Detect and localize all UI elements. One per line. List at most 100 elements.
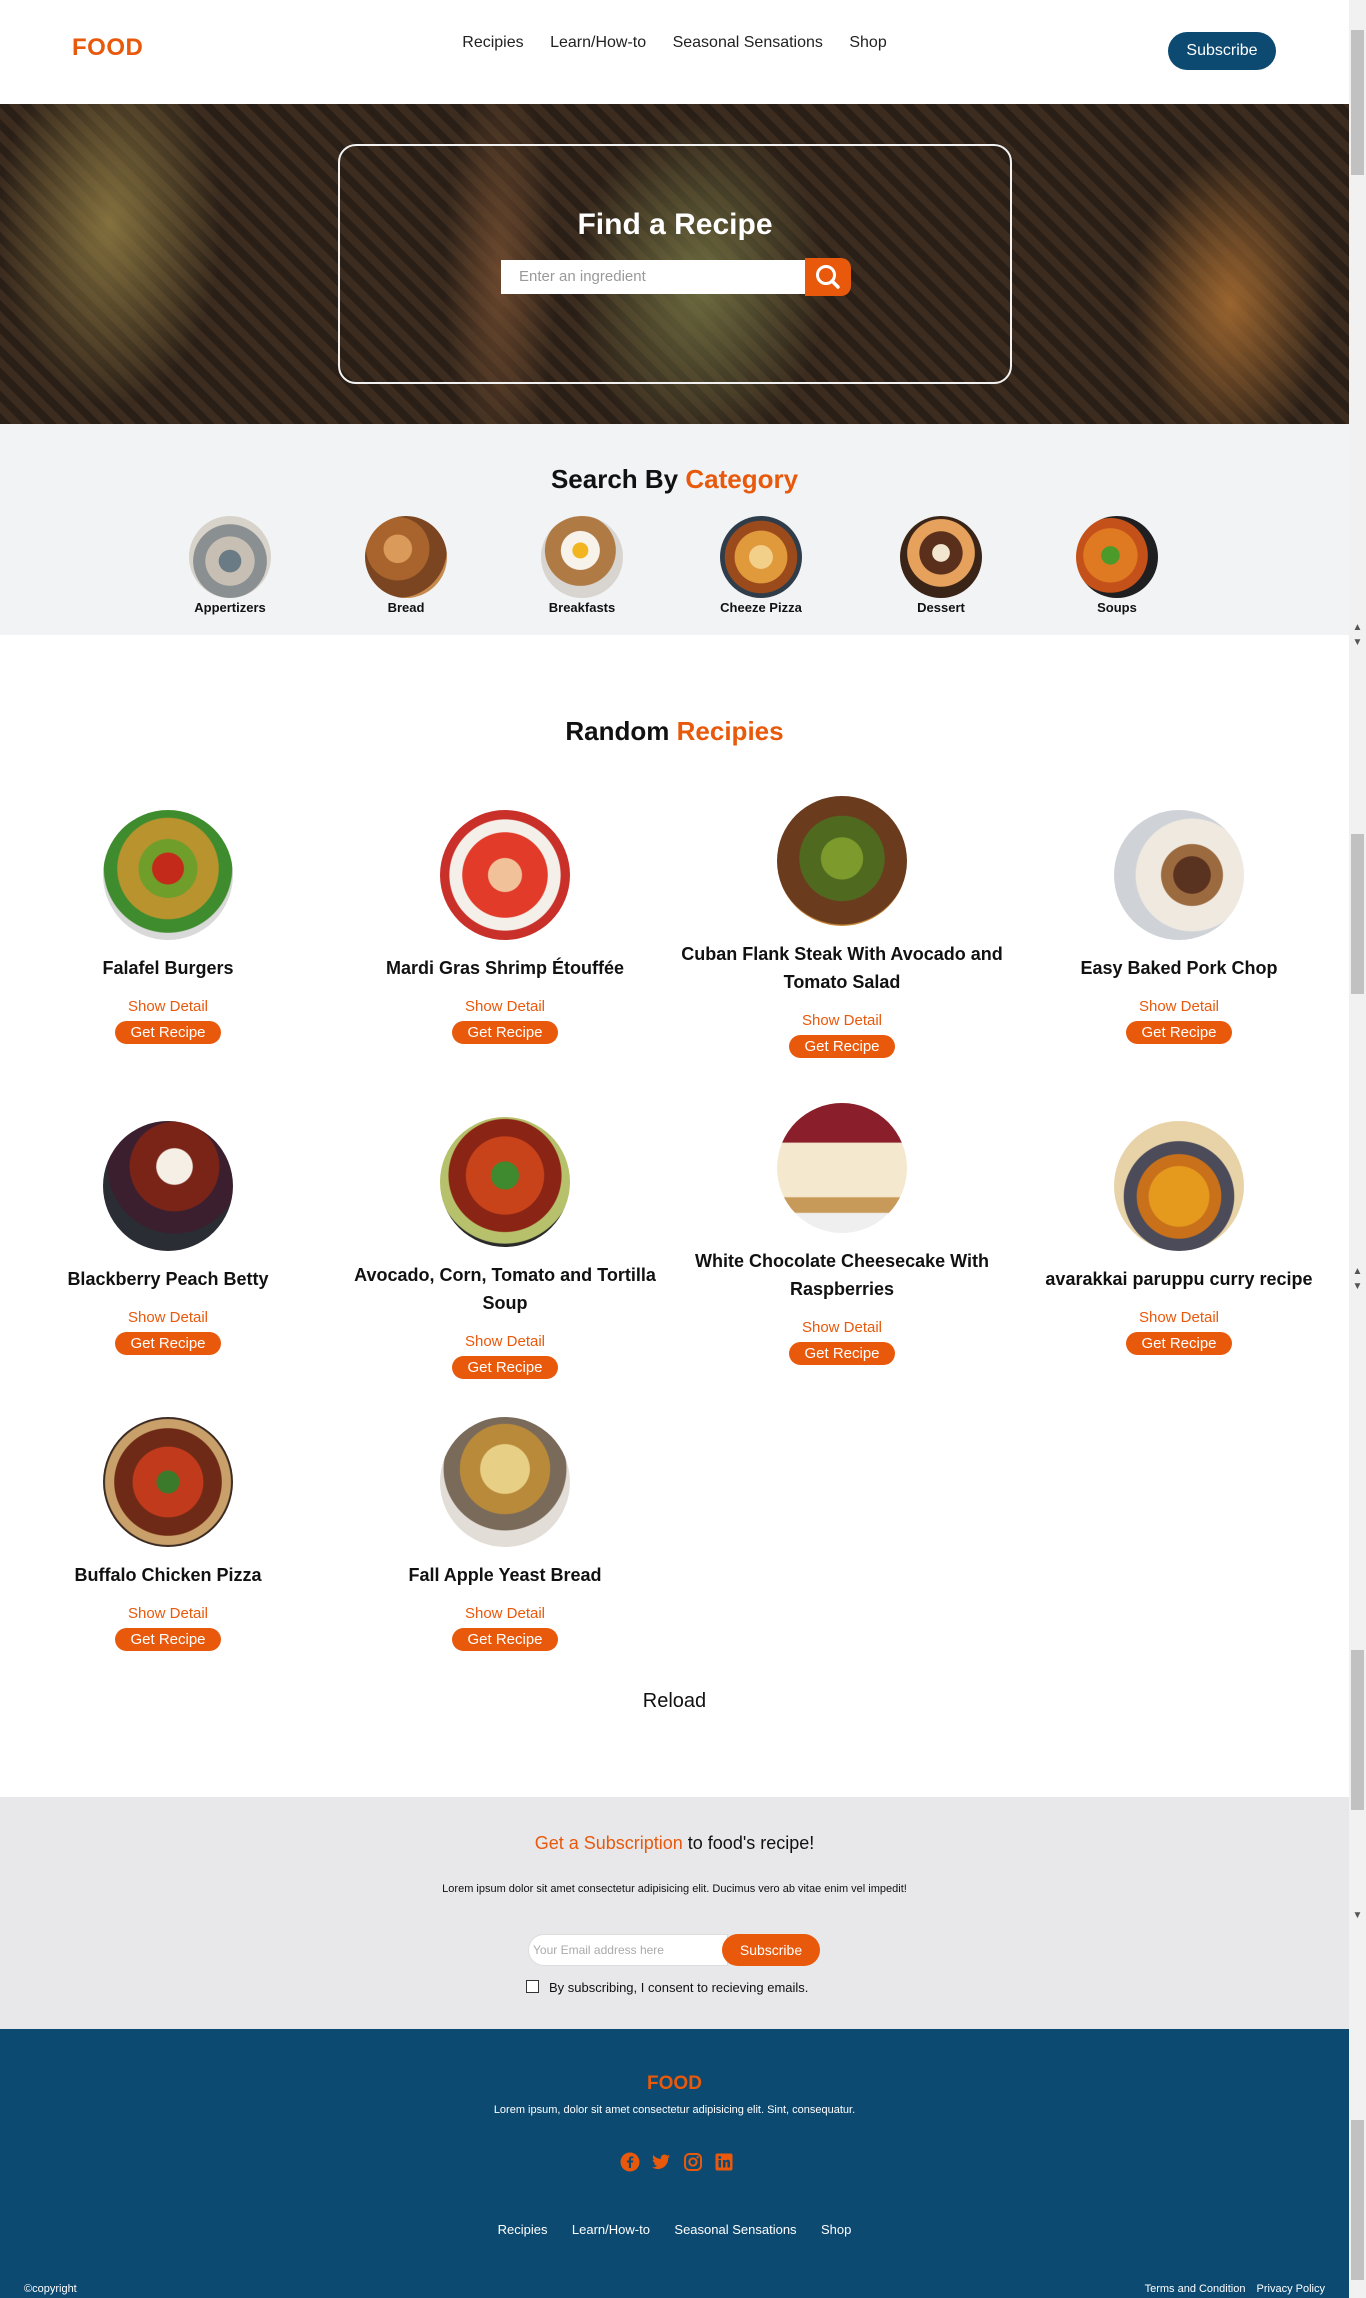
scrollbar-thumb[interactable] bbox=[1351, 1650, 1364, 1810]
consent-row: By subscribing, I consent to recieving e… bbox=[526, 1980, 808, 1995]
category-item-cheeze-pizza[interactable]: Cheeze Pizza bbox=[701, 516, 821, 615]
email-field[interactable]: Your Email address here bbox=[528, 1934, 728, 1966]
get-recipe-button[interactable]: Get Recipe bbox=[1126, 1021, 1232, 1044]
linkedin-icon[interactable] bbox=[714, 2152, 734, 2172]
site-footer: FOOD Lorem ipsum, dolor sit amet consect… bbox=[0, 2029, 1349, 2298]
ingredient-search-input[interactable]: Enter an ingredient bbox=[501, 260, 813, 294]
facebook-icon[interactable] bbox=[620, 2152, 640, 2172]
nav-item-seasonal-sensations[interactable]: Seasonal Sensations bbox=[673, 34, 823, 52]
nav-item-shop[interactable]: Shop bbox=[849, 34, 886, 52]
recipes-heading: Random Recipies bbox=[0, 716, 1349, 747]
nav-item-learn-how-to[interactable]: Learn/How-to bbox=[550, 34, 646, 52]
scrollbar-thumb[interactable] bbox=[1351, 834, 1364, 994]
footer-nav-learn-how-to[interactable]: Learn/How-to bbox=[572, 2222, 650, 2237]
get-recipe-button[interactable]: Get Recipe bbox=[115, 1021, 221, 1044]
recipe-image[interactable] bbox=[103, 810, 233, 940]
show-detail-link[interactable]: Show Detail bbox=[1014, 998, 1344, 1015]
get-recipe-button[interactable]: Get Recipe bbox=[789, 1035, 895, 1058]
subscription-heading-highlight: Get a Subscription bbox=[534, 1833, 683, 1853]
search-icon bbox=[816, 265, 840, 289]
reload-button[interactable]: Reload bbox=[0, 1690, 1349, 1713]
show-detail-link[interactable]: Show Detail bbox=[3, 1309, 333, 1326]
hero-banner: Find a Recipe Enter an ingredient bbox=[0, 104, 1349, 424]
recipe-image[interactable] bbox=[777, 1103, 907, 1233]
category-label: Cheeze Pizza bbox=[720, 600, 802, 615]
recipe-image[interactable] bbox=[1114, 1121, 1244, 1251]
get-recipe-button[interactable]: Get Recipe bbox=[115, 1332, 221, 1355]
recipe-name: Falafel Burgers bbox=[102, 958, 234, 978]
recipe-image[interactable] bbox=[440, 1117, 570, 1247]
show-detail-link[interactable]: Show Detail bbox=[340, 1605, 670, 1622]
recipe-name: Mardi Gras Shrimp Étouffée bbox=[385, 958, 625, 978]
footer-nav-shop[interactable]: Shop bbox=[821, 2222, 851, 2237]
recipe-search-box: Find a Recipe Enter an ingredient bbox=[338, 144, 1012, 384]
recipes-heading-part1: Random bbox=[565, 716, 670, 746]
show-detail-link[interactable]: Show Detail bbox=[3, 998, 333, 1015]
get-recipe-button[interactable]: Get Recipe bbox=[789, 1342, 895, 1365]
get-recipe-button[interactable]: Get Recipe bbox=[115, 1628, 221, 1651]
category-label: Appertizers bbox=[194, 600, 266, 615]
get-recipe-button[interactable]: Get Recipe bbox=[1126, 1332, 1232, 1355]
category-heading: Search By Category bbox=[0, 464, 1349, 495]
show-detail-link[interactable]: Show Detail bbox=[340, 998, 670, 1015]
recipe-image[interactable] bbox=[103, 1121, 233, 1251]
show-detail-link[interactable]: Show Detail bbox=[677, 1012, 1007, 1029]
recipe-card: Easy Baked Pork Chop Show Detail Get Rec… bbox=[1014, 810, 1344, 1044]
scroll-down-arrow[interactable]: ▼ bbox=[1349, 1281, 1366, 1292]
category-heading-part1: Search By bbox=[550, 464, 679, 494]
consent-label: By subscribing, I consent to recieving e… bbox=[549, 1980, 809, 1995]
category-item-bread[interactable]: Bread bbox=[346, 516, 466, 615]
footer-text: Lorem ipsum, dolor sit amet consectetur … bbox=[493, 2104, 856, 2116]
category-item-appertizers[interactable]: Appertizers bbox=[170, 516, 290, 615]
recipe-card: Buffalo Chicken Pizza Show Detail Get Re… bbox=[3, 1417, 333, 1651]
subscription-heading: Get a Subscription to food's recipe! bbox=[0, 1833, 1349, 1854]
scroll-down-arrow[interactable]: ▼ bbox=[1349, 1910, 1366, 1921]
instagram-icon[interactable] bbox=[683, 2152, 703, 2172]
site-header: FOOD Recipies Learn/How-to Seasonal Sens… bbox=[0, 0, 1349, 104]
category-item-soups[interactable]: Soups bbox=[1057, 516, 1177, 615]
header-subscribe-button[interactable]: Subscribe bbox=[1168, 32, 1276, 70]
show-detail-link[interactable]: Show Detail bbox=[677, 1319, 1007, 1336]
show-detail-link[interactable]: Show Detail bbox=[3, 1605, 333, 1622]
recipe-name: Easy Baked Pork Chop bbox=[1080, 958, 1278, 978]
subscribe-button[interactable]: Subscribe bbox=[722, 1934, 820, 1966]
footer-nav-recipies[interactable]: Recipies bbox=[498, 2222, 548, 2237]
scrollbar-thumb[interactable] bbox=[1351, 2120, 1364, 2280]
category-image bbox=[365, 516, 447, 598]
consent-checkbox[interactable] bbox=[526, 1980, 539, 1993]
recipe-image[interactable] bbox=[440, 1417, 570, 1547]
scroll-up-arrow[interactable]: ▲ bbox=[1349, 1266, 1366, 1277]
search-button[interactable] bbox=[805, 258, 851, 296]
subscription-section: Get a Subscription to food's recipe! Lor… bbox=[0, 1797, 1349, 2029]
recipe-name: Avocado, Corn, Tomato and Tortilla Soup bbox=[354, 1265, 656, 1313]
get-recipe-button[interactable]: Get Recipe bbox=[452, 1628, 558, 1651]
footer-nav: Recipies Learn/How-to Seasonal Sensation… bbox=[0, 2221, 1349, 2239]
recipe-image[interactable] bbox=[1114, 810, 1244, 940]
get-recipe-button[interactable]: Get Recipe bbox=[452, 1356, 558, 1379]
show-detail-link[interactable]: Show Detail bbox=[1014, 1309, 1344, 1326]
scroll-up-arrow[interactable]: ▲ bbox=[1349, 622, 1366, 633]
category-item-dessert[interactable]: Dessert bbox=[881, 516, 1001, 615]
recipe-image[interactable] bbox=[440, 810, 570, 940]
category-section: Search By Category Appertizers Bread Bre… bbox=[0, 424, 1349, 635]
scroll-down-arrow[interactable]: ▼ bbox=[1349, 637, 1366, 648]
category-image bbox=[720, 516, 802, 598]
page: FOOD Recipies Learn/How-to Seasonal Sens… bbox=[0, 0, 1349, 2298]
twitter-icon[interactable] bbox=[651, 2152, 671, 2172]
get-recipe-button[interactable]: Get Recipe bbox=[452, 1021, 558, 1044]
recipe-image[interactable] bbox=[103, 1417, 233, 1547]
recipe-card: avarakkai paruppu curry recipe Show Deta… bbox=[1014, 1121, 1344, 1355]
recipe-name: White Chocolate Cheesecake With Raspberr… bbox=[695, 1251, 989, 1299]
scrollbar-thumb[interactable] bbox=[1351, 30, 1364, 175]
recipe-image[interactable] bbox=[777, 796, 907, 926]
copyright-text: ©copyright bbox=[24, 2283, 77, 2295]
show-detail-link[interactable]: Show Detail bbox=[340, 1333, 670, 1350]
subscription-text: Lorem ipsum dolor sit amet consectetur a… bbox=[442, 1883, 907, 1895]
terms-link[interactable]: Terms and Condition bbox=[1145, 2283, 1246, 2295]
category-heading-part2: Category bbox=[685, 464, 799, 494]
nav-item-recipies[interactable]: Recipies bbox=[462, 34, 523, 52]
category-item-breakfasts[interactable]: Breakfasts bbox=[522, 516, 642, 615]
page-scrollbar[interactable]: ▲ ▼ ▲ ▼ ▼ bbox=[1349, 0, 1366, 2298]
footer-nav-seasonal-sensations[interactable]: Seasonal Sensations bbox=[674, 2222, 796, 2237]
privacy-link[interactable]: Privacy Policy bbox=[1257, 2283, 1325, 2295]
